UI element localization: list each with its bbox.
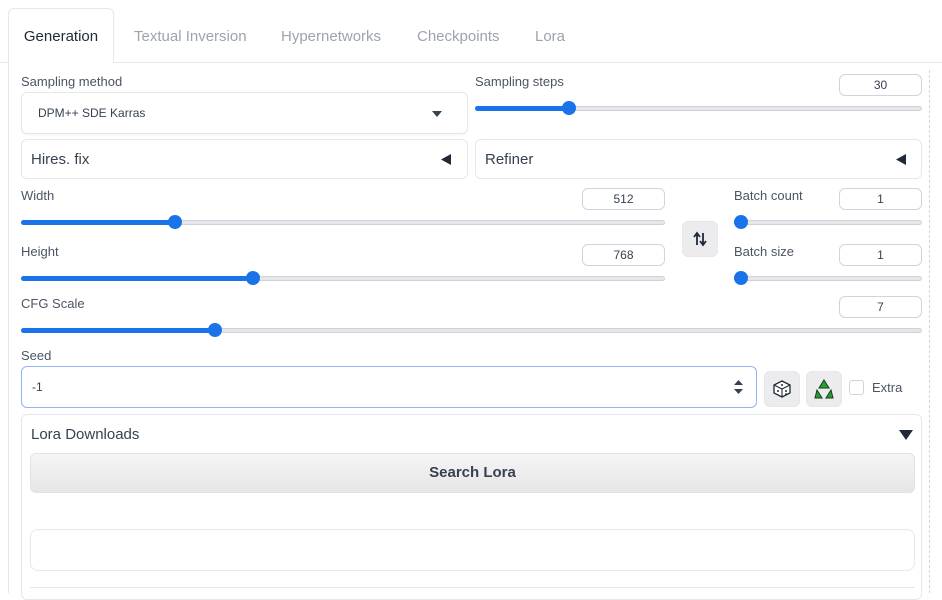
batch-count-label: Batch count (734, 188, 803, 203)
sampling-steps-slider[interactable] (475, 100, 922, 116)
seed-input[interactable]: -1 (21, 366, 757, 408)
lora-downloads-title[interactable]: Lora Downloads (31, 426, 139, 443)
random-seed-button[interactable] (764, 371, 800, 407)
tab-lora[interactable]: Lora (535, 22, 565, 52)
slider-thumb[interactable] (561, 101, 576, 115)
sampling-method-dropdown[interactable]: DPM++ SDE Karras (21, 92, 468, 134)
batch-count-input[interactable]: 1 (839, 188, 922, 210)
sampling-method-value: DPM++ SDE Karras (38, 106, 146, 120)
cfg-scale-label: CFG Scale (21, 296, 85, 311)
panel-border-right (929, 70, 930, 593)
hires-fix-accordion[interactable]: Hires. fix (21, 139, 468, 179)
tab-generation[interactable]: Generation (8, 8, 114, 63)
reuse-seed-button[interactable] (806, 371, 842, 407)
width-slider[interactable] (21, 214, 665, 230)
sampling-steps-input[interactable]: 30 (839, 74, 922, 96)
lora-results-textbox[interactable] (30, 529, 915, 571)
hires-fix-title: Hires. fix (31, 151, 90, 168)
extra-checkbox[interactable] (849, 380, 864, 395)
tab-textual-inversion[interactable]: Textual Inversion (134, 22, 247, 52)
height-input[interactable]: 768 (582, 244, 665, 266)
swap-dimensions-button[interactable] (682, 221, 718, 257)
batch-count-slider[interactable] (734, 214, 922, 230)
slider-thumb[interactable] (734, 215, 748, 229)
collapse-left-icon (896, 154, 906, 165)
height-label: Height (21, 244, 59, 259)
collapse-down-icon[interactable] (899, 430, 913, 440)
spinner-arrows-icon[interactable] (734, 379, 743, 395)
refiner-title: Refiner (485, 151, 534, 168)
cfg-scale-slider[interactable] (21, 322, 922, 338)
slider-thumb[interactable] (245, 271, 260, 285)
tab-hypernetworks[interactable]: Hypernetworks (281, 22, 381, 52)
swap-arrows-icon (693, 231, 707, 247)
tabs-divider (0, 62, 942, 63)
batch-size-input[interactable]: 1 (839, 244, 922, 266)
batch-size-slider[interactable] (734, 270, 922, 286)
lora-downloads-accordion: Lora Downloads Search Lora (21, 414, 922, 600)
slider-thumb[interactable] (208, 323, 223, 337)
collapse-left-icon (441, 154, 451, 165)
divider (30, 587, 915, 588)
width-label: Width (21, 188, 55, 203)
dropdown-arrow-icon (432, 111, 442, 117)
tab-checkpoints[interactable]: Checkpoints (417, 22, 500, 52)
slider-thumb[interactable] (734, 271, 748, 285)
height-slider[interactable] (21, 270, 665, 286)
dice-icon (773, 380, 791, 398)
seed-label: Seed (21, 348, 52, 363)
slider-thumb[interactable] (167, 215, 182, 229)
cfg-scale-input[interactable]: 7 (839, 296, 922, 318)
recycle-icon (814, 379, 834, 399)
search-lora-button[interactable]: Search Lora (30, 453, 915, 493)
seed-value: -1 (32, 380, 43, 394)
sampling-steps-label: Sampling steps (475, 74, 564, 89)
sampling-method-label: Sampling method (21, 74, 123, 89)
refiner-accordion[interactable]: Refiner (475, 139, 922, 179)
extra-label: Extra (872, 380, 903, 395)
batch-size-label: Batch size (734, 244, 794, 259)
width-input[interactable]: 512 (582, 188, 665, 210)
panel-border-left (8, 63, 9, 593)
